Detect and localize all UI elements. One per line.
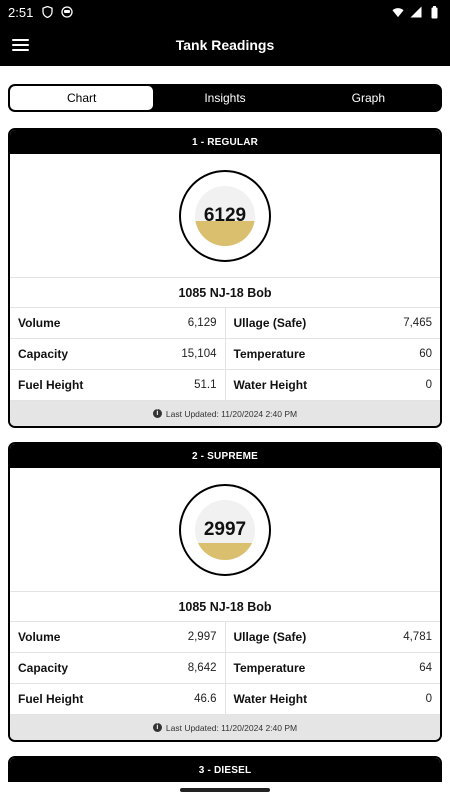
wifi-icon xyxy=(392,6,404,18)
reading-row: Volume 2,997 Ullage (Safe) 4,781 xyxy=(10,622,440,653)
tank-gauge-inner: 2997 xyxy=(195,499,255,560)
reading-row: Volume 6,129 Ullage (Safe) 7,465 xyxy=(10,308,440,339)
volume-label: Volume xyxy=(18,630,61,644)
volume-label: Volume xyxy=(18,316,61,330)
tank-gauge-inner: 6129 xyxy=(195,185,255,246)
user-icon xyxy=(61,6,73,18)
tank-title: 2 - SUPREME xyxy=(10,444,440,468)
menu-icon[interactable] xyxy=(12,35,32,55)
tank-gauge-area: 2997 xyxy=(10,468,440,592)
info-icon: i xyxy=(152,409,162,418)
ullage-value: 7,465 xyxy=(403,317,432,329)
tab-insights[interactable]: Insights xyxy=(153,86,296,110)
site-name: 1085 NJ-18 Bob xyxy=(10,278,440,308)
gesture-nav-bar[interactable] xyxy=(180,788,270,792)
reading-row: Fuel Height 51.1 Water Height 0 xyxy=(10,370,440,401)
last-updated: i Last Updated: 11/20/2024 2:40 PM xyxy=(10,715,440,740)
temperature-value: 64 xyxy=(419,662,432,674)
app-bar: Tank Readings xyxy=(0,24,450,66)
status-time: 2:51 xyxy=(8,4,34,20)
tank-level-fill xyxy=(195,542,255,560)
fuel-height-label: Fuel Height xyxy=(18,692,84,706)
tank-gauge-area: 6129 xyxy=(10,154,440,278)
battery-icon xyxy=(428,5,440,18)
water-height-label: Water Height xyxy=(233,378,308,392)
tank-title: 3 - DIESEL xyxy=(10,758,440,782)
tank-gauge-value: 6129 xyxy=(203,204,247,226)
tab-graph[interactable]: Graph xyxy=(297,86,440,110)
reading-row: Capacity 15,104 Temperature 60 xyxy=(10,339,440,370)
fuel-height-value: 46.6 xyxy=(194,693,217,705)
capacity-label: Capacity xyxy=(18,347,69,361)
tank-card: 2 - SUPREME 2997 1085 NJ-18 Bob Volume 2,… xyxy=(8,442,442,742)
reading-row: Fuel Height 46.6 Water Height 0 xyxy=(10,684,440,715)
ullage-label: Ullage (Safe) xyxy=(233,630,307,644)
temperature-label: Temperature xyxy=(233,347,306,361)
fuel-height-value: 51.1 xyxy=(194,379,217,391)
ullage-label: Ullage (Safe) xyxy=(233,316,307,330)
water-height-label: Water Height xyxy=(233,692,308,706)
tank-gauge: 6129 xyxy=(179,169,271,262)
view-tabs: Chart Insights Graph xyxy=(8,84,442,112)
last-updated-text: Last Updated: 11/20/2024 2:40 PM xyxy=(165,408,298,419)
capacity-value: 8,642 xyxy=(187,662,217,674)
volume-value: 6,129 xyxy=(187,317,217,329)
tank-gauge-value: 2997 xyxy=(203,518,247,540)
capacity-label: Capacity xyxy=(18,661,69,675)
tank-title: 1 - REGULAR xyxy=(10,130,440,154)
tank-card: 1 - REGULAR 6129 1085 NJ-18 Bob Volume 6,… xyxy=(8,128,442,428)
info-icon: i xyxy=(152,723,162,732)
temperature-label: Temperature xyxy=(233,661,306,675)
ullage-value: 4,781 xyxy=(403,631,432,643)
water-height-value: 0 xyxy=(425,379,432,391)
temperature-value: 60 xyxy=(419,348,432,360)
last-updated: i Last Updated: 11/20/2024 2:40 PM xyxy=(10,401,440,426)
reading-row: Capacity 8,642 Temperature 64 xyxy=(10,653,440,684)
signal-icon xyxy=(410,6,422,18)
shield-icon xyxy=(41,6,53,18)
site-name: 1085 NJ-18 Bob xyxy=(10,592,440,622)
volume-value: 2,997 xyxy=(187,631,217,643)
water-height-value: 0 xyxy=(425,693,432,705)
page-title: Tank Readings xyxy=(175,37,275,53)
tank-gauge: 2997 xyxy=(179,483,271,576)
fuel-height-label: Fuel Height xyxy=(18,378,84,392)
tab-chart[interactable]: Chart xyxy=(10,86,154,110)
capacity-value: 15,104 xyxy=(181,348,217,360)
status-bar: 2:51 xyxy=(0,0,450,24)
tank-list: 1 - REGULAR 6129 1085 NJ-18 Bob Volume 6,… xyxy=(8,128,442,782)
tank-card: 3 - DIESEL xyxy=(8,756,442,782)
last-updated-text: Last Updated: 11/20/2024 2:40 PM xyxy=(165,722,298,733)
